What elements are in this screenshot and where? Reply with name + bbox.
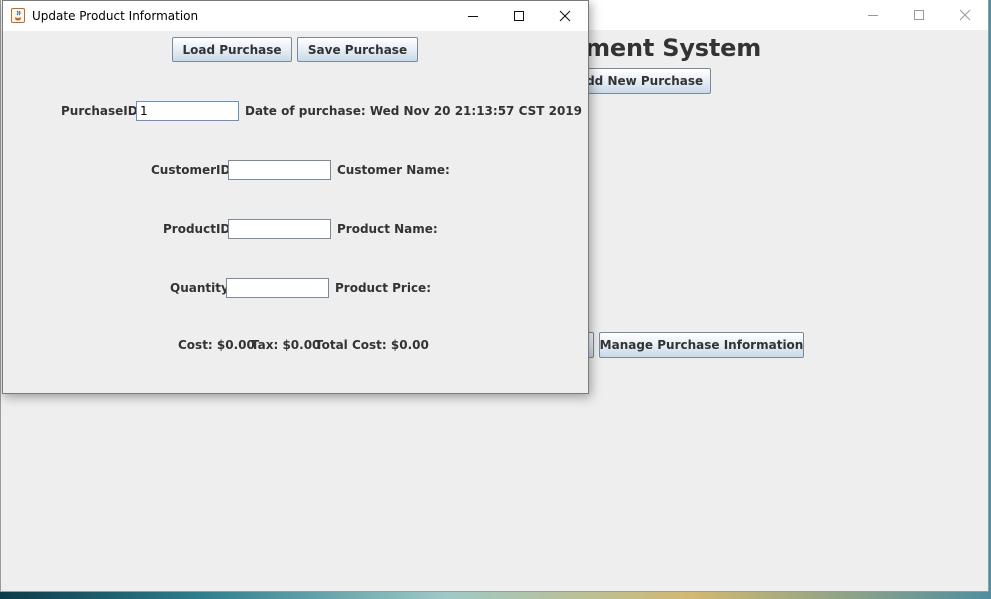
maximize-icon[interactable] bbox=[896, 0, 942, 30]
close-icon[interactable] bbox=[942, 0, 988, 30]
product-price-label: Product Price: bbox=[335, 281, 431, 295]
date-of-purchase-label: Date of purchase: Wed Nov 20 21:13:57 CS… bbox=[245, 104, 583, 118]
minimize-icon[interactable] bbox=[450, 1, 496, 31]
product-id-label: ProductID bbox=[163, 222, 231, 236]
purchase-id-label: PurchaseID bbox=[61, 104, 138, 118]
load-purchase-button[interactable]: Load Purchase bbox=[172, 37, 292, 62]
quantity-input[interactable] bbox=[226, 278, 329, 298]
purchase-id-input[interactable] bbox=[136, 101, 239, 121]
minimize-icon[interactable] bbox=[850, 0, 896, 30]
dialog-titlebar: Update Product Information bbox=[3, 1, 588, 31]
product-name-label: Product Name: bbox=[337, 222, 438, 236]
customer-id-label: CustomerID bbox=[151, 163, 231, 177]
add-new-purchase-button[interactable]: Add New Purchase bbox=[569, 68, 711, 94]
update-product-dialog: Update Product Information bbox=[2, 0, 589, 394]
dialog-window-controls bbox=[450, 1, 588, 31]
app-heading: ement System bbox=[569, 34, 762, 62]
save-purchase-button[interactable]: Save Purchase bbox=[297, 37, 418, 62]
dialog-title: Update Product Information bbox=[32, 9, 199, 23]
quantity-label: Quantity bbox=[170, 281, 229, 295]
product-id-input[interactable] bbox=[228, 219, 331, 239]
maximize-icon[interactable] bbox=[496, 1, 542, 31]
tax-label: Tax: $0.00 bbox=[251, 338, 321, 352]
close-icon[interactable] bbox=[542, 1, 588, 31]
customer-id-input[interactable] bbox=[228, 160, 331, 180]
main-window-controls bbox=[850, 0, 988, 30]
cost-label: Cost: $0.00 bbox=[178, 338, 255, 352]
manage-purchase-information-button[interactable]: Manage Purchase Information bbox=[599, 332, 804, 358]
total-cost-label: Total Cost: $0.00 bbox=[315, 338, 429, 352]
customer-name-label: Customer Name: bbox=[337, 163, 450, 177]
java-coffee-cup-icon bbox=[11, 8, 25, 23]
